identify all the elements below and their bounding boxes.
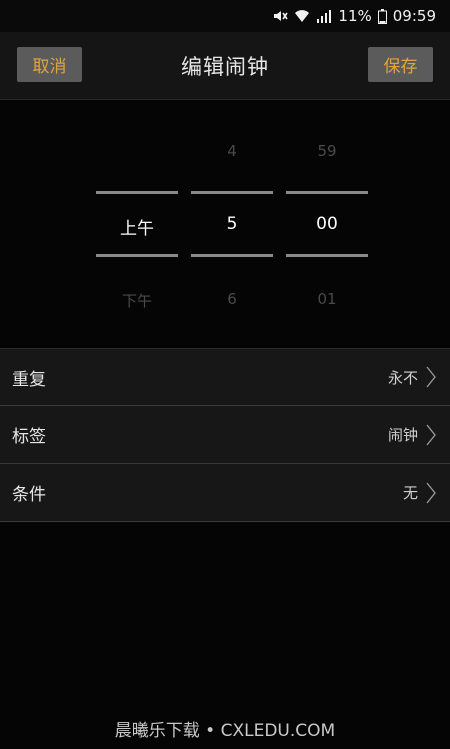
save-button[interactable]: 保存: [368, 47, 433, 82]
ampm-selected: 上午: [120, 219, 154, 239]
row-label: 条件: [12, 485, 46, 505]
condition-row[interactable]: 条件 无: [0, 464, 450, 522]
label-row[interactable]: 标签 闹钟: [0, 406, 450, 464]
row-label: 标签: [12, 427, 46, 447]
row-value: 闹钟: [387, 426, 418, 444]
cancel-button[interactable]: 取消: [17, 47, 82, 82]
chevron-right-icon: [426, 482, 436, 503]
header-bar: 编辑闹钟 取消 保存: [0, 32, 450, 100]
battery-percent: 11%: [338, 7, 372, 25]
hour-above: 4: [227, 142, 237, 160]
signal-icon: [316, 7, 332, 25]
minute-below: 01: [317, 290, 337, 308]
hour-wheel[interactable]: 4 5 6: [191, 100, 273, 348]
hour-below: 6: [227, 290, 237, 308]
time-picker: 上午 下午 4 5 6 59 00 01: [0, 100, 450, 348]
wifi-icon: [294, 7, 310, 25]
minute-wheel[interactable]: 59 00 01: [286, 100, 368, 348]
status-bar: 11% 09:59: [0, 0, 450, 32]
hour-selected: 5: [226, 214, 238, 234]
picker-divider: [286, 254, 368, 257]
row-value: 无: [402, 484, 418, 502]
repeat-row[interactable]: 重复 永不: [0, 348, 450, 406]
picker-divider: [96, 254, 178, 257]
chevron-right-icon: [426, 424, 436, 445]
chevron-right-icon: [426, 366, 436, 388]
row-value: 永不: [387, 368, 418, 387]
row-label: 重复: [12, 369, 46, 390]
battery-icon: [377, 7, 387, 25]
mute-icon: [272, 7, 289, 25]
status-time: 09:59: [392, 7, 436, 25]
picker-divider: [286, 191, 368, 194]
minute-above: 59: [317, 142, 337, 160]
picker-divider: [96, 191, 178, 194]
minute-selected: 00: [316, 214, 338, 234]
watermark: 晨曦乐下载 • CXLEDU.COM: [114, 721, 336, 741]
ampm-below: 下午: [121, 292, 152, 310]
picker-divider: [191, 191, 273, 194]
picker-divider: [191, 254, 273, 257]
ampm-wheel[interactable]: 上午 下午: [96, 100, 178, 348]
settings-list: 重复 永不 标签 闹钟 条件 无: [0, 348, 450, 522]
